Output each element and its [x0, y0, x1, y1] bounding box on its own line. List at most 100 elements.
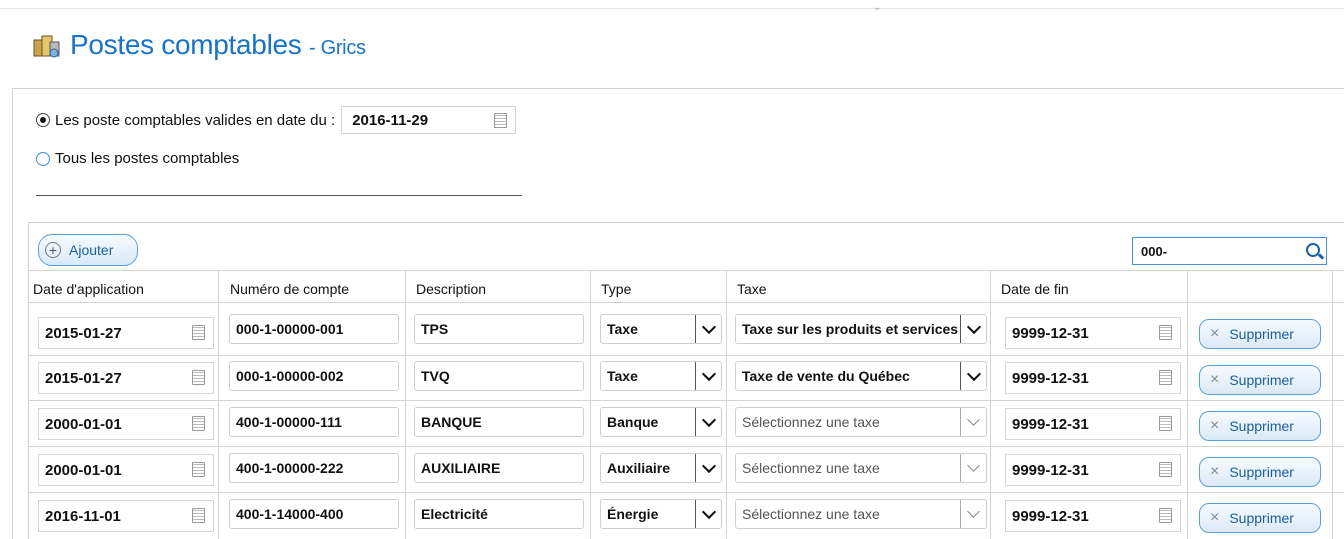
- valid-date-field[interactable]: 2016-11-29: [341, 106, 517, 134]
- date-fin-field[interactable]: 9999-12-31: [1005, 408, 1181, 440]
- search-input[interactable]: 000-: [1132, 237, 1327, 265]
- col-header-type[interactable]: Type: [596, 276, 631, 302]
- type-select[interactable]: Taxe: [600, 314, 722, 344]
- calendar-icon[interactable]: [192, 325, 205, 340]
- col-header-numero-compte[interactable]: Numéro de compte: [225, 276, 349, 302]
- search-value: 000-: [1141, 244, 1168, 259]
- taxe-select[interactable]: Sélectionnez une taxe: [735, 453, 987, 483]
- description-field[interactable]: TVQ: [414, 361, 584, 391]
- radio-all[interactable]: [36, 151, 50, 166]
- date-fin-value: 9999-12-31: [1012, 415, 1089, 433]
- top-divider: [0, 8, 1344, 9]
- chevron-down-icon[interactable]: [695, 454, 721, 482]
- date-application-field[interactable]: 2016-11-01: [38, 500, 214, 532]
- row-divider: [28, 400, 1344, 401]
- date-fin-value: 9999-12-31: [1012, 507, 1089, 525]
- date-fin-field[interactable]: 9999-12-31: [1005, 454, 1181, 486]
- account-number-field[interactable]: 400-1-14000-400: [229, 499, 399, 529]
- close-icon: ×: [1210, 509, 1220, 526]
- radio-valid[interactable]: [36, 113, 50, 127]
- delete-button-label: Supprimer: [1229, 510, 1294, 526]
- calendar-icon[interactable]: [1159, 370, 1172, 385]
- search-icon[interactable]: [1306, 243, 1320, 257]
- type-value: Énergie: [607, 506, 659, 522]
- account-number-field[interactable]: 400-1-00000-111: [229, 407, 399, 437]
- calendar-icon[interactable]: [1159, 416, 1172, 431]
- delete-button-label: Supprimer: [1229, 326, 1294, 342]
- chevron-down-icon[interactable]: [695, 408, 721, 436]
- date-application-field[interactable]: 2000-01-01: [38, 408, 214, 440]
- collapse-chevron-icon[interactable]: ⌄: [873, 2, 881, 13]
- page-title: Postes comptables - Grics: [70, 29, 366, 61]
- chevron-down-icon[interactable]: [695, 362, 721, 390]
- description-field[interactable]: BANQUE: [414, 407, 584, 437]
- calendar-icon[interactable]: [192, 508, 205, 523]
- col-header-date-fin[interactable]: Date de fin: [996, 276, 1069, 302]
- chevron-down-icon[interactable]: [695, 315, 721, 343]
- calendar-icon[interactable]: [1159, 325, 1172, 340]
- type-select[interactable]: Taxe: [600, 361, 722, 391]
- account-number-field[interactable]: 000-1-00000-001: [229, 314, 399, 344]
- row-divider: [28, 446, 1344, 447]
- column-divider: [1187, 270, 1188, 539]
- chevron-down-icon[interactable]: [960, 362, 986, 390]
- row-divider: [28, 492, 1344, 493]
- type-select[interactable]: Auxiliaire: [600, 453, 722, 483]
- type-select[interactable]: Banque: [600, 407, 722, 437]
- filter-all-label: Tous les postes comptables: [55, 150, 240, 167]
- col-header-date-application[interactable]: Date d'application: [28, 276, 144, 302]
- row-divider: [28, 302, 1344, 303]
- taxe-select[interactable]: Taxe sur les produits et services: [735, 314, 987, 344]
- taxe-select[interactable]: Sélectionnez une taxe: [735, 499, 987, 529]
- date-fin-field[interactable]: 9999-12-31: [1005, 362, 1181, 394]
- calendar-icon[interactable]: [1159, 508, 1172, 523]
- taxe-select[interactable]: Taxe de vente du Québec: [735, 361, 987, 391]
- description-field[interactable]: AUXILIAIRE: [414, 453, 584, 483]
- calendar-icon[interactable]: [1159, 462, 1172, 477]
- chevron-down-icon[interactable]: [960, 454, 986, 482]
- filter-valid-option[interactable]: Les poste comptables valides en date du …: [36, 106, 517, 134]
- chevron-down-icon[interactable]: [960, 500, 986, 528]
- calendar-icon[interactable]: [192, 462, 205, 477]
- chevron-down-icon[interactable]: [960, 408, 986, 436]
- date-application-field[interactable]: 2000-01-01: [38, 454, 214, 486]
- delete-button[interactable]: × Supprimer: [1199, 503, 1321, 533]
- description-field[interactable]: Electricité: [414, 499, 584, 529]
- taxe-placeholder: Sélectionnez une taxe: [742, 460, 880, 476]
- date-application-field[interactable]: 2015-01-27: [38, 317, 214, 349]
- delete-button[interactable]: × Supprimer: [1199, 365, 1321, 395]
- description-field[interactable]: TPS: [414, 314, 584, 344]
- delete-button[interactable]: × Supprimer: [1199, 319, 1321, 349]
- delete-button[interactable]: × Supprimer: [1199, 457, 1321, 487]
- close-icon: ×: [1210, 371, 1220, 388]
- row-divider: [28, 270, 1344, 271]
- taxe-placeholder: Sélectionnez une taxe: [742, 414, 880, 430]
- type-value: Banque: [607, 414, 659, 430]
- taxe-value: Taxe sur les produits et services: [742, 321, 959, 337]
- col-header-taxe[interactable]: Taxe: [732, 276, 767, 302]
- add-button[interactable]: + Ajouter: [38, 234, 138, 266]
- page-title-text: Postes comptables: [70, 29, 302, 60]
- taxe-select[interactable]: Sélectionnez une taxe: [735, 407, 987, 437]
- calendar-icon[interactable]: [192, 370, 205, 385]
- date-fin-field[interactable]: 9999-12-31: [1005, 317, 1181, 349]
- date-application-value: 2000-01-01: [45, 415, 122, 433]
- date-application-field[interactable]: 2015-01-27: [38, 362, 214, 394]
- date-fin-field[interactable]: 9999-12-31: [1005, 500, 1181, 532]
- date-fin-value: 9999-12-31: [1012, 324, 1089, 342]
- account-number-field[interactable]: 000-1-00000-002: [229, 361, 399, 391]
- close-icon: ×: [1210, 325, 1220, 342]
- type-select[interactable]: Énergie: [600, 499, 722, 529]
- taxe-value: Taxe de vente du Québec: [742, 368, 910, 384]
- calendar-icon[interactable]: [494, 113, 508, 128]
- date-application-value: 2000-01-01: [45, 461, 122, 479]
- page-subtitle: - Grics: [308, 37, 366, 59]
- calendar-icon[interactable]: [192, 416, 205, 431]
- delete-button[interactable]: × Supprimer: [1199, 411, 1321, 441]
- col-header-description[interactable]: Description: [411, 276, 486, 302]
- chevron-down-icon[interactable]: [695, 500, 721, 528]
- delete-button-label: Supprimer: [1229, 464, 1294, 480]
- chevron-down-icon[interactable]: [960, 315, 986, 343]
- account-number-field[interactable]: 400-1-00000-222: [229, 453, 399, 483]
- filter-all-option[interactable]: Tous les postes comptables: [36, 150, 239, 167]
